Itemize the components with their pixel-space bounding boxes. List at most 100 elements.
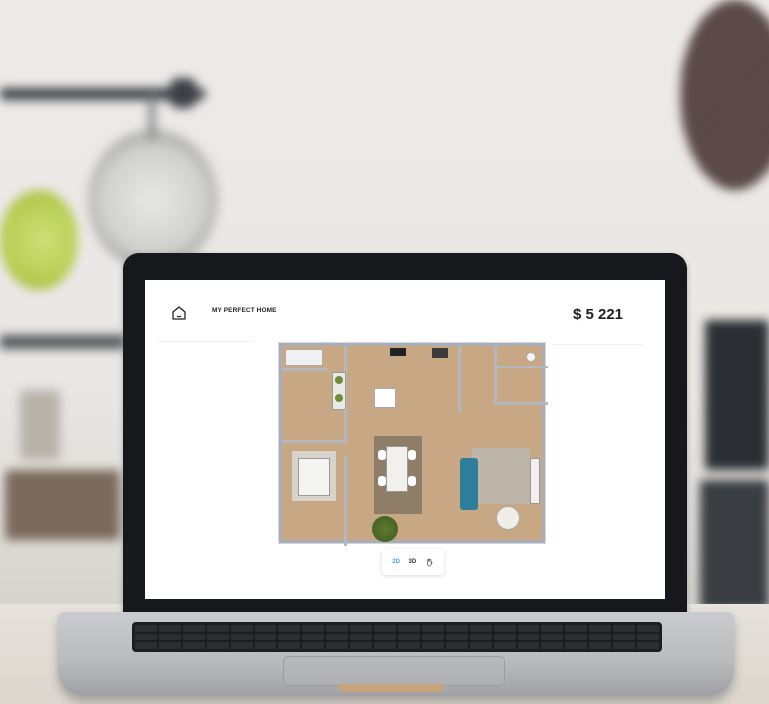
- green-pan: [0, 190, 78, 290]
- rail-knob: [170, 78, 196, 108]
- wall: [282, 368, 327, 371]
- keyboard-key: [397, 625, 420, 632]
- keyboard-key: [350, 633, 373, 641]
- keyboard-key: [254, 625, 277, 632]
- wall: [282, 440, 347, 443]
- keyboard-key: [541, 633, 564, 641]
- laptop-trackpad: [283, 656, 505, 686]
- keyboard-key: [230, 642, 253, 649]
- keyboard-key: [469, 625, 492, 632]
- dining-chair: [378, 476, 386, 486]
- keyboard-key: [469, 642, 492, 649]
- keyboard-key: [326, 625, 349, 632]
- view-toggle: 2D 3D: [382, 549, 444, 575]
- dining-chair: [408, 450, 416, 460]
- keyboard-key: [637, 625, 659, 632]
- keyboard-key: [613, 625, 636, 632]
- plant: [335, 394, 343, 402]
- floor-plant: [372, 516, 398, 542]
- price-total: $ 5 221: [572, 306, 623, 323]
- keyboard-key: [565, 625, 588, 632]
- dining-chair: [408, 476, 416, 486]
- keyboard-key: [397, 642, 420, 649]
- keyboard-key: [158, 633, 181, 641]
- keyboard-key: [302, 625, 325, 632]
- shelf-jar: [20, 390, 60, 460]
- keyboard-key: [374, 642, 396, 649]
- pan-handle: [148, 95, 156, 141]
- appliance-lower: [700, 480, 769, 610]
- header-divider-right: [551, 344, 643, 345]
- keyboard-key: [135, 625, 157, 632]
- keyboard-key: [326, 642, 349, 649]
- keyboard-key: [326, 633, 349, 641]
- keyboard-key: [206, 625, 229, 632]
- keyboard-key: [517, 642, 540, 649]
- keyboard-key: [158, 625, 181, 632]
- keyboard-key: [254, 633, 277, 641]
- keyboard-key: [589, 633, 612, 641]
- keyboard-key: [541, 625, 564, 632]
- keyboard-key: [278, 642, 301, 649]
- keyboard-key: [493, 642, 516, 649]
- keyboard-key: [493, 633, 516, 641]
- keyboard-key: [302, 633, 325, 641]
- hand-icon[interactable]: [425, 558, 434, 567]
- keyboard-key: [350, 642, 373, 649]
- keyboard-key: [350, 625, 373, 632]
- fridge: [432, 348, 448, 358]
- keyboard-key: [182, 642, 205, 649]
- shelf-basket: [5, 470, 120, 540]
- laptop-notch: [338, 684, 444, 692]
- keyboard-key: [637, 633, 659, 641]
- floor-plan-2d[interactable]: [279, 343, 548, 546]
- keyboard-key: [541, 642, 564, 649]
- keyboard-key: [445, 625, 468, 632]
- keyboard-key: [469, 633, 492, 641]
- wall: [494, 366, 548, 368]
- keyboard-key: [206, 633, 229, 641]
- keyboard-key: [493, 625, 516, 632]
- steel-pan: [88, 130, 218, 270]
- living-rug: [472, 448, 530, 504]
- keyboard-key: [182, 633, 205, 641]
- keyboard-key: [182, 625, 205, 632]
- keyboard-key: [517, 625, 540, 632]
- keyboard-key: [158, 642, 181, 649]
- toggle-2d[interactable]: 2D: [392, 559, 400, 565]
- laptop-keyboard: [132, 622, 662, 652]
- bed: [298, 458, 330, 496]
- keyboard-key: [254, 642, 277, 649]
- keyboard-key: [397, 633, 420, 641]
- app-title: MY PERFECT HOME: [212, 307, 277, 314]
- wall: [494, 402, 548, 405]
- keyboard-key: [589, 642, 612, 649]
- keyboard-key: [135, 642, 157, 649]
- tv-unit: [530, 458, 540, 504]
- wall: [458, 346, 461, 412]
- armchair: [496, 506, 520, 530]
- appliance: [705, 320, 769, 470]
- sofa: [460, 458, 478, 510]
- home-icon[interactable]: [171, 305, 187, 321]
- decor-plate: [680, 0, 769, 190]
- dining-table-small: [374, 388, 396, 408]
- keyboard-key: [589, 625, 612, 632]
- keyboard-key: [445, 642, 468, 649]
- keyboard-key: [374, 633, 396, 641]
- keyboard-key: [278, 633, 301, 641]
- keyboard-key: [565, 642, 588, 649]
- keyboard-key: [445, 633, 468, 641]
- plant: [335, 376, 343, 384]
- wall: [494, 346, 497, 404]
- keyboard-key: [230, 625, 253, 632]
- keyboard-key: [302, 642, 325, 649]
- keyboard-key: [421, 633, 444, 641]
- toggle-3d[interactable]: 3D: [408, 559, 416, 565]
- wall-shelf: [0, 335, 125, 349]
- toilet: [526, 352, 536, 362]
- wall: [344, 456, 347, 546]
- keyboard-key: [517, 633, 540, 641]
- keyboard-key: [206, 642, 229, 649]
- keyboard-key: [565, 633, 588, 641]
